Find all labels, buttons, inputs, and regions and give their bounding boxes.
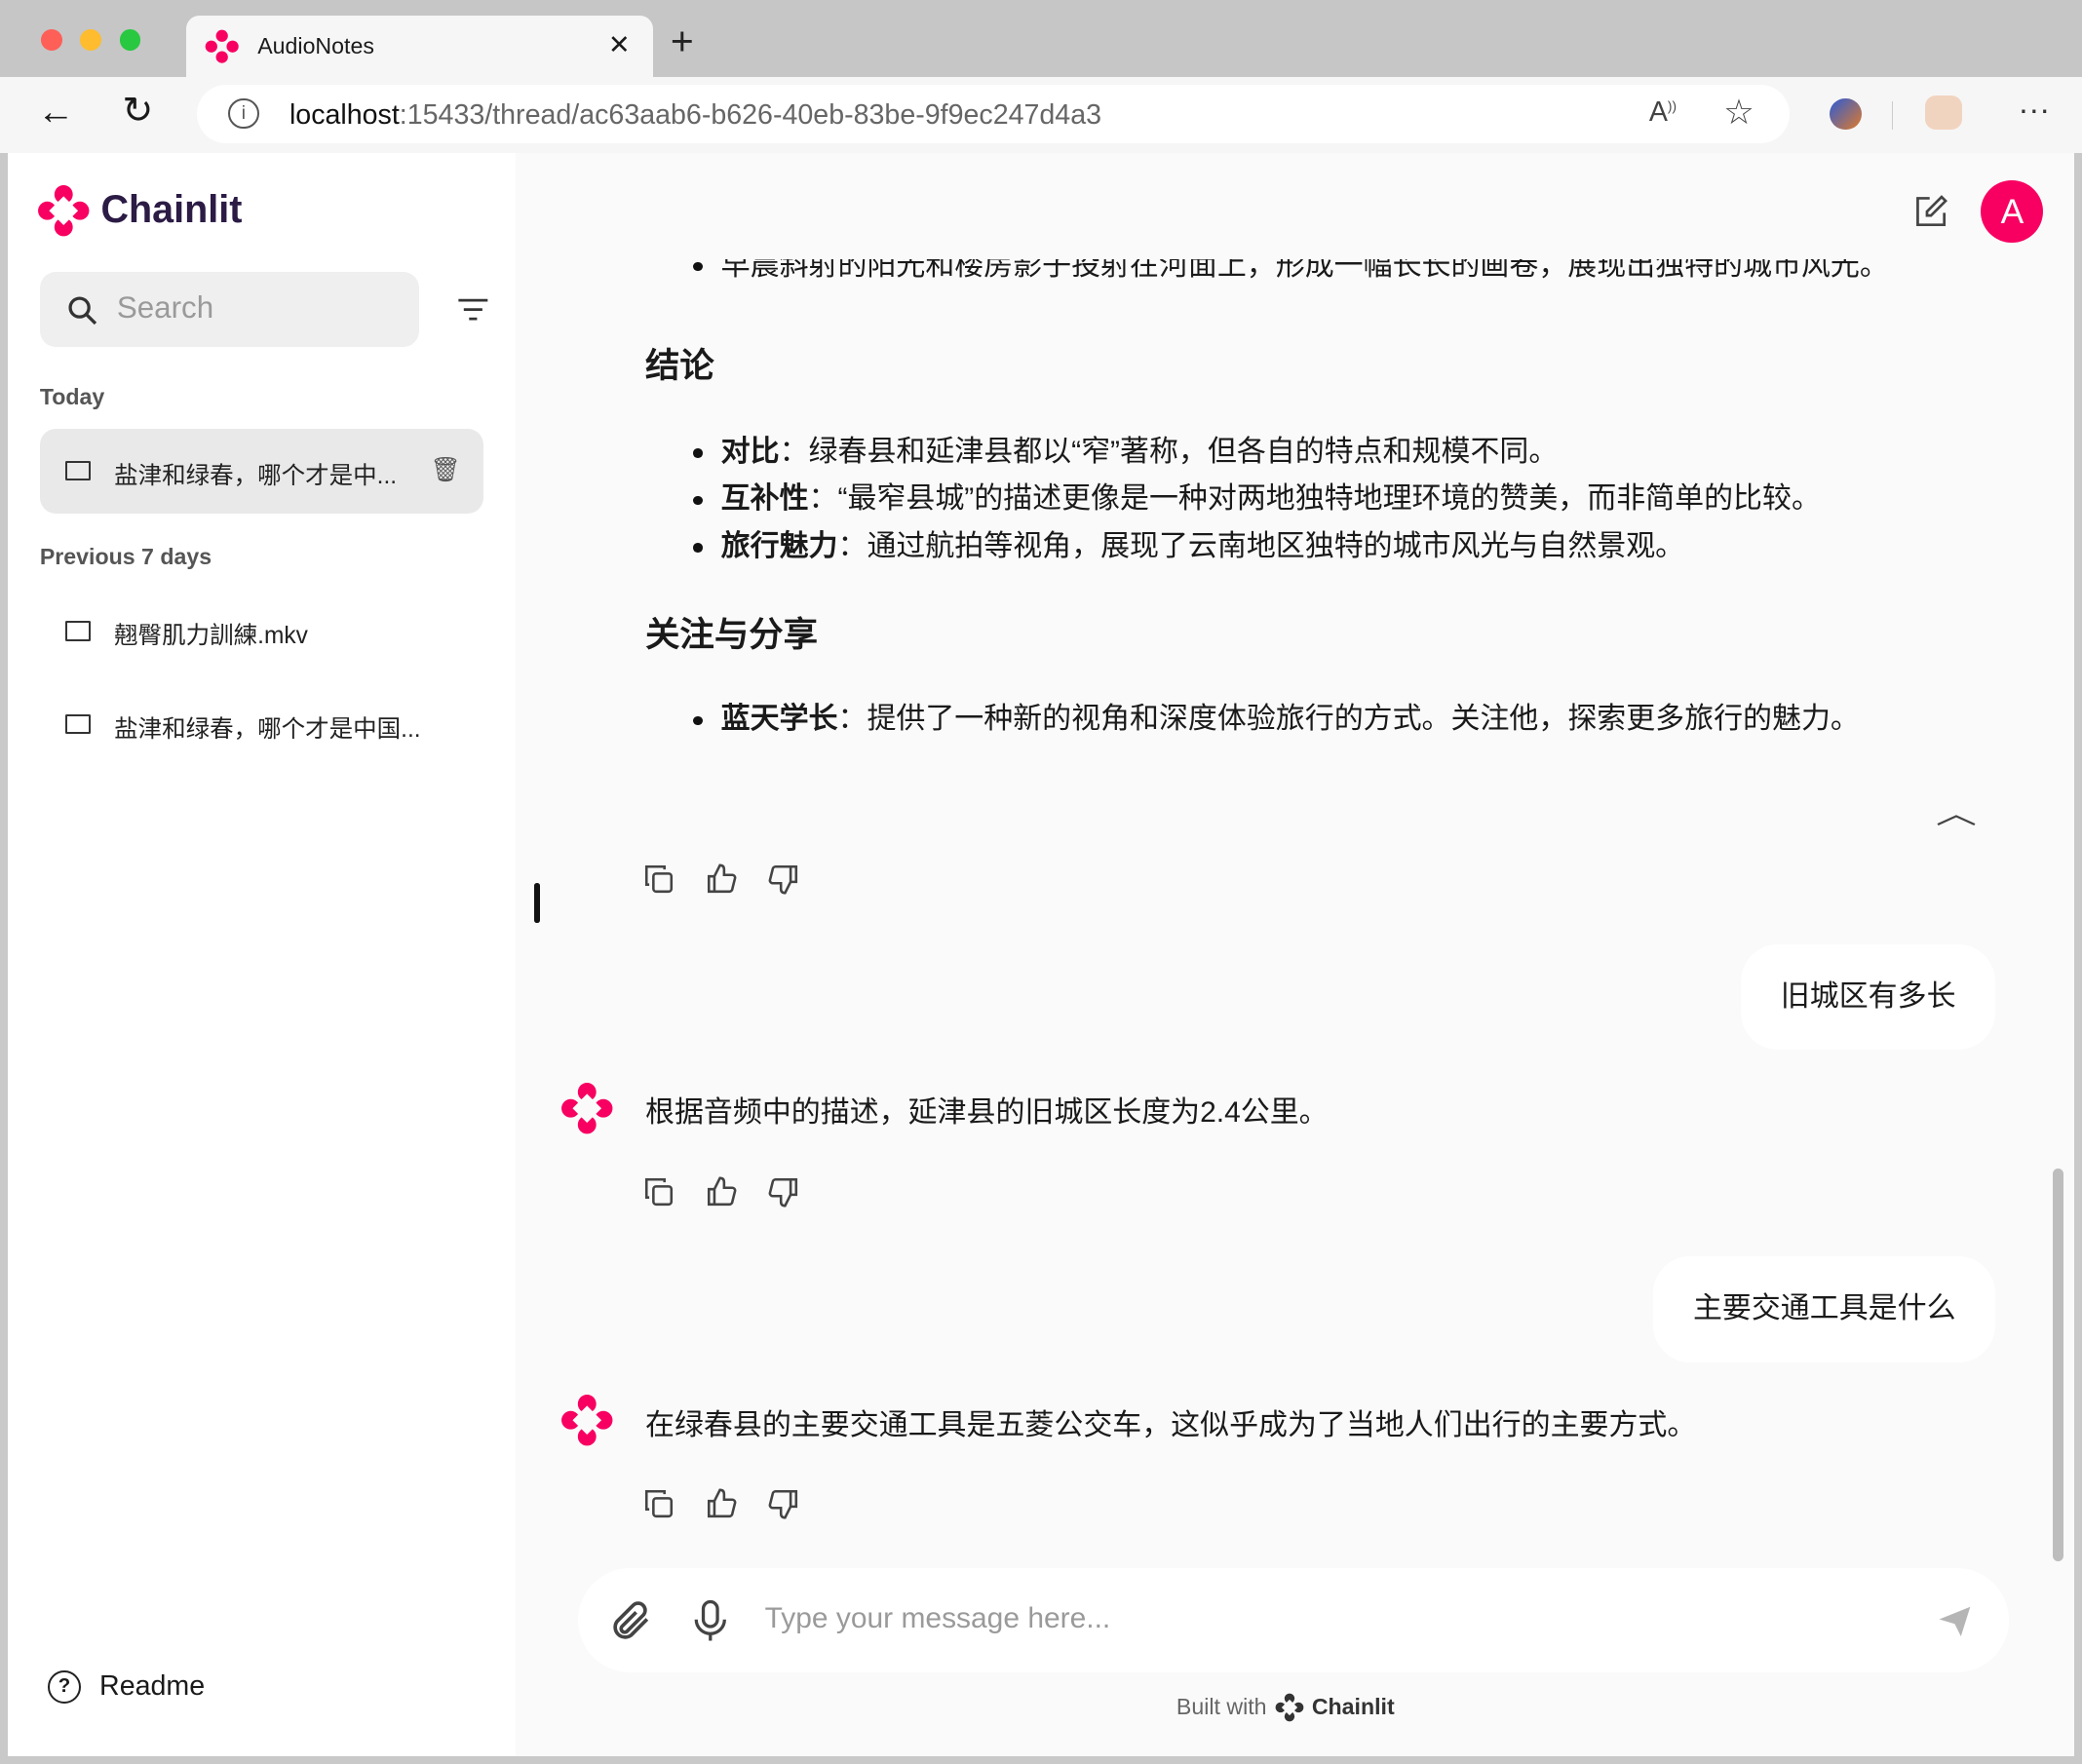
chainlit-footer-logo-icon xyxy=(1275,1693,1304,1722)
user-message: 旧城区有多长 xyxy=(1740,943,1996,1051)
thread-label: 翹臀肌力訓練.mkv xyxy=(114,623,308,650)
assistant-avatar-icon xyxy=(560,1083,613,1134)
copy-icon[interactable] xyxy=(642,863,675,896)
thumbs-down-icon[interactable] xyxy=(767,863,800,896)
close-window-button[interactable] xyxy=(41,28,62,51)
thread-label: 盐津和绿春，哪个才是中国... xyxy=(114,715,421,743)
thumbs-down-icon[interactable] xyxy=(767,1487,800,1520)
collapse-chevron-up-icon[interactable]: ︿ xyxy=(1936,789,1977,832)
brand-name: Chainlit xyxy=(100,188,243,232)
list-item: 互补性：“最窄县城”的描述更像是一种对两地独特地理环境的赞美，而非简单的比较。 xyxy=(693,476,1821,522)
message-input[interactable]: Type your message here... xyxy=(765,1602,1111,1635)
help-circle-icon: ? xyxy=(48,1669,81,1704)
read-aloud-icon[interactable]: A)) xyxy=(1649,96,1677,129)
profile-icon[interactable] xyxy=(1830,97,1862,131)
section-previous-7-days: Previous 7 days xyxy=(39,544,212,570)
extension-pig-icon[interactable] xyxy=(1925,96,1963,131)
message-actions xyxy=(642,863,800,896)
footer-brand: Chainlit xyxy=(1311,1694,1395,1720)
built-with-footer[interactable]: Built with Chainlit xyxy=(1176,1693,1395,1722)
assistant-avatar-icon xyxy=(560,1395,613,1446)
url-path: :15433/thread/ac63aab6-b626-40eb-83be-9f… xyxy=(399,99,1102,132)
chainlit-favicon-icon xyxy=(205,29,239,63)
browser-tab[interactable]: AudioNotes ✕ xyxy=(185,16,654,77)
info-icon[interactable]: i xyxy=(228,97,259,130)
filter-icon[interactable] xyxy=(457,296,489,323)
chat-scrollbar[interactable] xyxy=(2052,1168,2063,1561)
send-icon[interactable] xyxy=(1935,1602,1975,1639)
microphone-icon[interactable] xyxy=(689,1597,732,1645)
chat-bubble-icon xyxy=(64,713,91,735)
conclusion-list: 对比：绿春县和延津县都以“窄”著称，但各自的特点和规模不同。 互补性：“最窄县城… xyxy=(693,429,1821,570)
browser-toolbar: ← ↻ i localhost:15433/thread/ac63aab6-b6… xyxy=(0,77,2082,153)
search-input[interactable]: Search xyxy=(39,272,420,347)
section-today: Today xyxy=(39,383,105,409)
minimize-window-button[interactable] xyxy=(79,28,101,51)
user-avatar[interactable]: A xyxy=(1981,180,2044,244)
thumbs-up-icon[interactable] xyxy=(705,863,738,896)
tab-close-icon[interactable]: ✕ xyxy=(608,29,631,60)
url-host: localhost xyxy=(289,99,400,132)
trash-icon[interactable]: 🗑 xyxy=(430,455,460,484)
bullet xyxy=(693,261,703,272)
tab-title: AudioNotes xyxy=(257,33,374,59)
search-icon xyxy=(68,296,97,326)
thread-item[interactable]: 盐津和绿春，哪个才是中国... xyxy=(40,682,483,767)
back-icon[interactable]: ← xyxy=(37,91,74,134)
readme-link[interactable]: ? Readme xyxy=(48,1669,206,1704)
list-item: 旅行魅力：通过航拍等视角，展现了云南地区独特的城市风光与自然景观。 xyxy=(693,523,1821,570)
message-composer: Type your message here... xyxy=(577,1567,2009,1673)
chainlit-logo-icon xyxy=(38,185,90,237)
thread-item[interactable]: 翹臀肌力訓練.mkv xyxy=(40,590,483,674)
new-chat-edit-icon[interactable] xyxy=(1912,193,1949,230)
thread-label: 盐津和绿春，哪个才是中... xyxy=(114,462,398,489)
maximize-window-button[interactable] xyxy=(119,28,141,51)
message-actions xyxy=(642,1175,800,1208)
copy-icon[interactable] xyxy=(642,1175,675,1208)
toolbar-divider xyxy=(1892,100,1894,131)
new-tab-button[interactable]: + xyxy=(671,20,694,61)
partial-bullet: 早晨斜射的阳光和楼房影子投射在河面上，形成一幅长长的画卷，展现出独特的城市风光。 xyxy=(645,259,1973,286)
app-window: Chainlit Search Today 盐津和绿春，哪个才是中... 🗑 P… xyxy=(8,152,2074,1757)
share-heading: 关注与分享 xyxy=(645,614,819,654)
chat-bubble-icon xyxy=(64,621,91,641)
share-list: 蓝天学长：提供了一种新的视角和深度体验旅行的方式。关注他，探索更多旅行的魅力。 xyxy=(693,694,1860,737)
assistant-message: 在绿春县的主要交通工具是五菱公交车，这似乎成为了当地人们出行的主要方式。 xyxy=(645,1409,1697,1442)
copy-icon[interactable] xyxy=(642,1487,675,1520)
thumbs-up-icon[interactable] xyxy=(705,1487,738,1520)
bullet-text: 早晨斜射的阳光和楼房影子投射在河面上，形成一幅长长的画卷，展现出独特的城市风光。 xyxy=(720,258,1889,282)
user-message: 主要交通工具是什么 xyxy=(1653,1255,1996,1362)
address-bar[interactable]: i localhost:15433/thread/ac63aab6-b626-4… xyxy=(196,85,1791,144)
thread-item[interactable]: 盐津和绿春，哪个才是中... 🗑 xyxy=(39,428,483,515)
text-cursor xyxy=(533,882,541,923)
built-with-label: Built with xyxy=(1176,1694,1267,1720)
list-item: 蓝天学长：提供了一种新的视角和深度体验旅行的方式。关注他，探索更多旅行的魅力。 xyxy=(693,694,1860,737)
thumbs-down-icon[interactable] xyxy=(767,1175,800,1208)
more-menu-icon[interactable]: ··· xyxy=(2019,91,2051,128)
chat-bubble-icon xyxy=(64,460,91,480)
assistant-message: 根据音频中的描述，延津县的旧城区长度为2.4公里。 xyxy=(645,1095,1329,1129)
sidebar: Chainlit Search Today 盐津和绿春，哪个才是中... 🗑 P… xyxy=(8,152,516,1757)
conclusion-heading: 结论 xyxy=(645,346,714,386)
reload-icon[interactable]: ↻ xyxy=(122,89,153,133)
search-placeholder: Search xyxy=(116,290,214,326)
favorite-star-icon[interactable]: ☆ xyxy=(1723,93,1754,133)
thumbs-up-icon[interactable] xyxy=(705,1175,738,1208)
readme-label: Readme xyxy=(99,1670,206,1703)
url-text: localhost:15433/thread/ac63aab6-b626-40e… xyxy=(289,99,1101,132)
list-item: 对比：绿春县和延津县都以“窄”著称，但各自的特点和规模不同。 xyxy=(693,429,1821,476)
attach-paperclip-icon[interactable] xyxy=(607,1597,655,1645)
message-actions xyxy=(642,1487,800,1520)
browser-tab-bar: AudioNotes ✕ + xyxy=(0,0,2082,77)
